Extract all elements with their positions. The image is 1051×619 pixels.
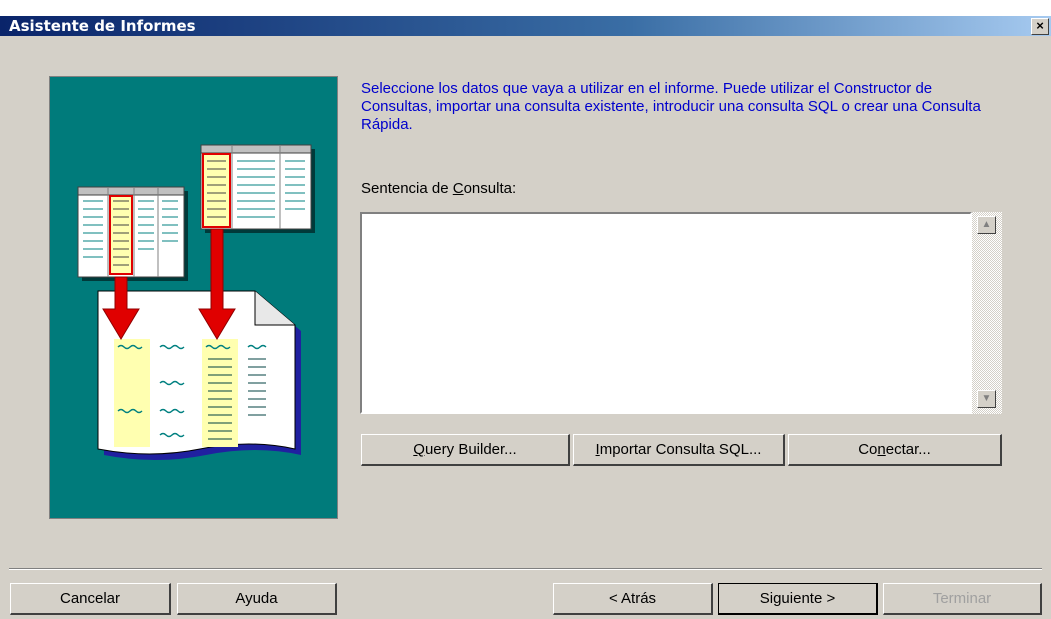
finish-button[interactable]: Terminar	[883, 583, 1042, 615]
cancel-button[interactable]: Cancelar	[10, 583, 171, 615]
connect-button[interactable]: Conectar...	[788, 434, 1002, 466]
arrow-up-icon: ▲	[981, 219, 992, 230]
window-top-strip	[0, 0, 1051, 16]
help-button[interactable]: Ayuda	[177, 583, 337, 615]
query-illustration-icon	[77, 144, 315, 460]
query-builder-button[interactable]: Query Builder...	[361, 434, 570, 466]
arrow-down-icon: ▼	[981, 393, 992, 404]
back-button[interactable]: < Atrás	[553, 583, 713, 615]
scroll-down-button[interactable]: ▼	[977, 390, 996, 408]
footer-separator	[9, 568, 1042, 570]
scroll-up-button[interactable]: ▲	[977, 216, 996, 234]
query-statement-label: Sentencia de Consulta:	[361, 180, 517, 197]
window-title: Asistente de Informes	[9, 17, 196, 35]
instructions-text: Seleccione los datos que vaya a utilizar…	[361, 80, 981, 133]
query-statement-textarea[interactable]	[360, 212, 972, 414]
title-bar[interactable]: Asistente de Informes ×	[0, 16, 1051, 36]
wizard-illustration	[49, 76, 338, 519]
close-icon: ×	[1036, 18, 1044, 33]
query-scrollbar[interactable]: ▲ ▼	[972, 212, 1002, 414]
import-sql-query-button[interactable]: Importar Consulta SQL...	[573, 434, 785, 466]
report-wizard-window: Asistente de Informes × Seleccione los d…	[0, 0, 1051, 619]
close-button[interactable]: ×	[1031, 18, 1049, 35]
next-button[interactable]: Siguiente >	[718, 583, 878, 615]
